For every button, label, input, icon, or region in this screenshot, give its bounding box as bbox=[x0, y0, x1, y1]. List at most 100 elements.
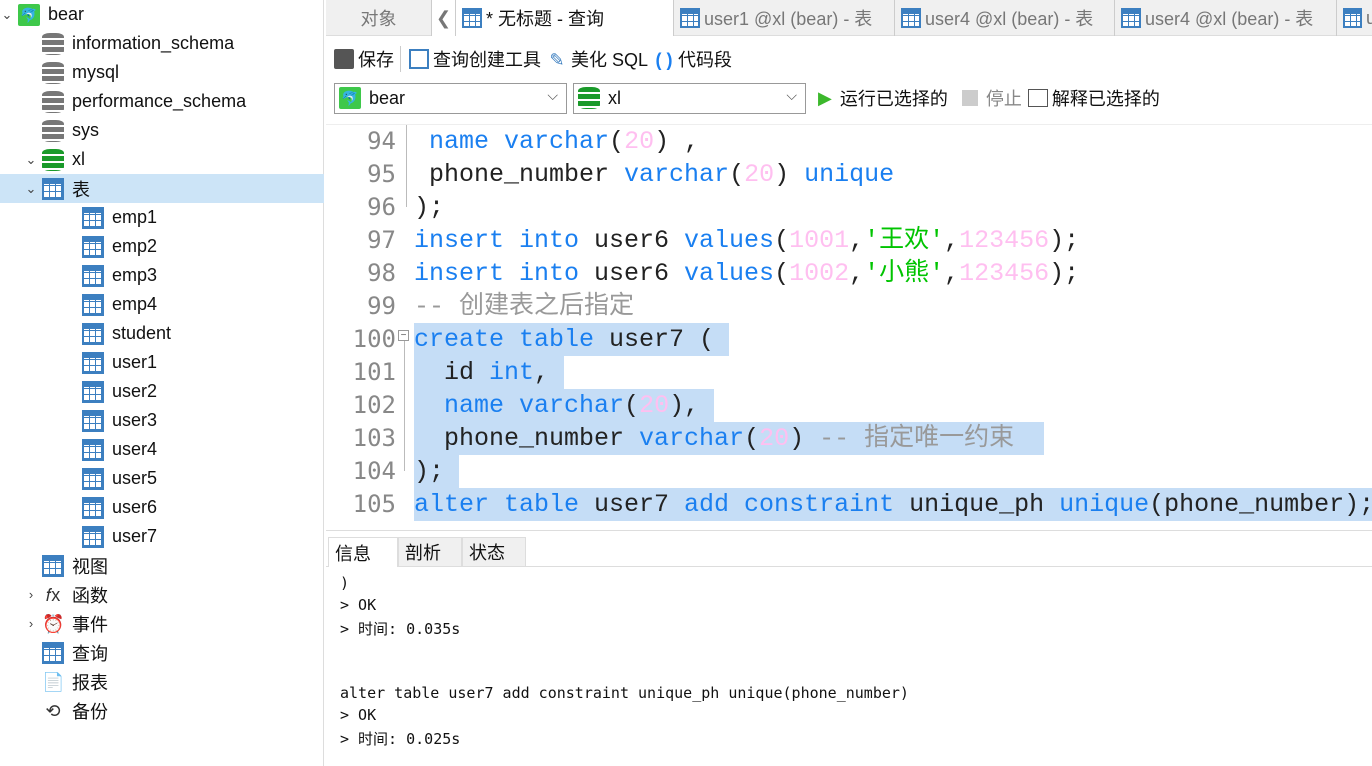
tree-item-label: 备份 bbox=[72, 701, 108, 722]
query-builder-button[interactable]: 查询创建工具 bbox=[409, 46, 541, 72]
table-icon bbox=[82, 496, 104, 519]
code-line[interactable]: create table user7 ( bbox=[414, 323, 730, 356]
tree-item-performance_schema[interactable]: performance_schema bbox=[0, 87, 324, 116]
tab-3[interactable]: user4 @xl (bear) - 表 bbox=[1115, 0, 1337, 36]
tree-item-label: 视图 bbox=[72, 556, 108, 577]
code-token: alter table bbox=[414, 490, 595, 519]
tree-item-user1[interactable]: user1 bbox=[0, 348, 324, 377]
tree-item-emp2[interactable]: emp2 bbox=[0, 232, 324, 261]
play-icon: ▶ bbox=[818, 87, 832, 108]
tree-item-mysql[interactable]: mysql bbox=[0, 58, 324, 87]
tree-item-查询[interactable]: 查询 bbox=[0, 638, 324, 667]
query-builder-icon bbox=[409, 49, 429, 69]
beautify-sql-button[interactable]: ✎ 美化 SQL bbox=[547, 46, 648, 72]
table-icon bbox=[42, 177, 64, 200]
tab-scroll-left-button[interactable]: ❮ bbox=[432, 0, 456, 36]
save-button[interactable]: 保存 bbox=[334, 46, 394, 72]
tab-0[interactable]: * 无标题 - 查询 bbox=[456, 0, 674, 36]
message-line: ) bbox=[340, 574, 350, 592]
code-line[interactable]: insert into user6 values(1001,'王欢',12345… bbox=[414, 224, 1079, 257]
beautify-label: 美化 SQL bbox=[571, 50, 649, 70]
tree-item-表[interactable]: ⌄ 表 bbox=[0, 174, 324, 203]
tree-item-user5[interactable]: user5 bbox=[0, 464, 324, 493]
tree-item-sys[interactable]: sys bbox=[0, 116, 324, 145]
tree-item-bear[interactable]: ⌄ 🐬 bear bbox=[0, 0, 324, 29]
tree-item-label: user7 bbox=[112, 526, 158, 546]
code-token: user6 bbox=[594, 259, 685, 288]
code-token: , bbox=[534, 358, 565, 387]
tab-1[interactable]: user1 @xl (bear) - 表 bbox=[674, 0, 895, 36]
fold-toggle[interactable]: − bbox=[398, 330, 409, 341]
tree-item-label: 函数 bbox=[72, 585, 108, 606]
stop-button[interactable]: 停止 bbox=[961, 85, 1022, 111]
code-token: ( bbox=[744, 424, 760, 453]
database-select[interactable]: xl ⌵ bbox=[573, 82, 806, 114]
tree-item-student[interactable]: student bbox=[0, 319, 324, 348]
tree-item-user6[interactable]: user6 bbox=[0, 493, 324, 522]
event-clock-icon: ⏰ bbox=[42, 613, 65, 634]
code-token: ) bbox=[774, 160, 805, 189]
code-token: values bbox=[684, 226, 775, 255]
tree-item-emp1[interactable]: emp1 bbox=[0, 203, 324, 232]
tree-item-报表[interactable]: 📄 报表 bbox=[0, 667, 324, 696]
tab-label: user1 @xl (bear) - 表 bbox=[704, 9, 873, 29]
result-tab-1[interactable]: 剖析 bbox=[398, 537, 462, 567]
tree-item-emp4[interactable]: emp4 bbox=[0, 290, 324, 319]
table-icon bbox=[82, 206, 104, 229]
tree-item-备份[interactable]: ⟲ 备份 bbox=[0, 696, 324, 725]
code-token: 20 bbox=[624, 127, 655, 156]
tree-item-user2[interactable]: user2 bbox=[0, 377, 324, 406]
chevron-right-icon[interactable]: › bbox=[24, 587, 38, 602]
tree-item-emp3[interactable]: emp3 bbox=[0, 261, 324, 290]
tab-4[interactable]: u bbox=[1337, 0, 1372, 36]
code-token: unique bbox=[804, 160, 895, 189]
tree-item-label: 表 bbox=[72, 179, 90, 200]
chevron-down-icon[interactable]: ⌄ bbox=[24, 152, 38, 168]
code-line[interactable]: ); bbox=[414, 455, 460, 488]
explain-selected-button[interactable]: 解释已选择的 bbox=[1027, 85, 1160, 111]
database-icon bbox=[42, 90, 64, 113]
tree-item-user3[interactable]: user3 bbox=[0, 406, 324, 435]
code-line[interactable]: phone_number varchar(20) unique bbox=[414, 158, 894, 191]
tree-item-函数[interactable]: › 𝑓x 函数 bbox=[0, 580, 324, 609]
code-line[interactable]: insert into user6 values(1002,'小熊',12345… bbox=[414, 257, 1079, 290]
mysql-connection-icon: 🐬 bbox=[18, 3, 40, 26]
run-selected-button[interactable]: ▶ 运行已选择的 bbox=[818, 85, 948, 111]
code-line[interactable]: phone_number varchar(20) -- 指定唯一约束 bbox=[414, 422, 1045, 455]
chevron-down-icon: ⌵ bbox=[547, 86, 558, 103]
chevron-down-icon[interactable]: ⌄ bbox=[24, 181, 38, 197]
tree-item-事件[interactable]: › ⏰ 事件 bbox=[0, 609, 324, 638]
code-token: user6 bbox=[594, 226, 685, 255]
tab-objects[interactable]: 对象 bbox=[326, 0, 432, 36]
message-line: > OK bbox=[340, 706, 377, 724]
code-line[interactable]: -- 创建表之后指定 bbox=[414, 290, 634, 323]
tree-item-user7[interactable]: user7 bbox=[0, 522, 324, 551]
result-tab-0[interactable]: 信息 bbox=[328, 537, 398, 567]
line-number: 96 bbox=[367, 193, 396, 221]
result-tab-2[interactable]: 状态 bbox=[462, 537, 526, 567]
chevron-down-icon[interactable]: ⌄ bbox=[0, 7, 14, 23]
message-line: > OK bbox=[340, 596, 377, 614]
line-number: 98 bbox=[367, 259, 396, 287]
chevron-right-icon[interactable]: › bbox=[24, 616, 38, 631]
fold-line bbox=[406, 125, 407, 207]
code-token: ( bbox=[774, 226, 790, 255]
explain-label: 解释已选择的 bbox=[1051, 89, 1160, 109]
tree-item-information_schema[interactable]: information_schema bbox=[0, 29, 324, 58]
tree-item-xl[interactable]: ⌄ xl bbox=[0, 145, 324, 174]
code-snippet-button[interactable]: ( ) 代码段 bbox=[654, 46, 733, 72]
chevron-down-icon: ⌵ bbox=[786, 86, 797, 103]
code-line[interactable]: alter table user7 add constraint unique_… bbox=[414, 488, 1372, 521]
tab-2[interactable]: user4 @xl (bear) - 表 bbox=[895, 0, 1115, 36]
code-line[interactable]: id int, bbox=[414, 356, 565, 389]
run-label: 运行已选择的 bbox=[839, 89, 948, 109]
connection-select[interactable]: 🐬 bear ⌵ bbox=[334, 82, 567, 114]
tree-item-视图[interactable]: 视图 bbox=[0, 551, 324, 580]
code-line[interactable]: name varchar(20), bbox=[414, 389, 715, 422]
code-line[interactable]: ); bbox=[414, 191, 444, 224]
table-icon bbox=[82, 293, 104, 316]
sql-editor[interactable]: − 94 name varchar(20) , 95 phone_number v… bbox=[326, 124, 1372, 524]
code-line[interactable]: name varchar(20) , bbox=[414, 125, 699, 158]
tree-item-user4[interactable]: user4 bbox=[0, 435, 324, 464]
